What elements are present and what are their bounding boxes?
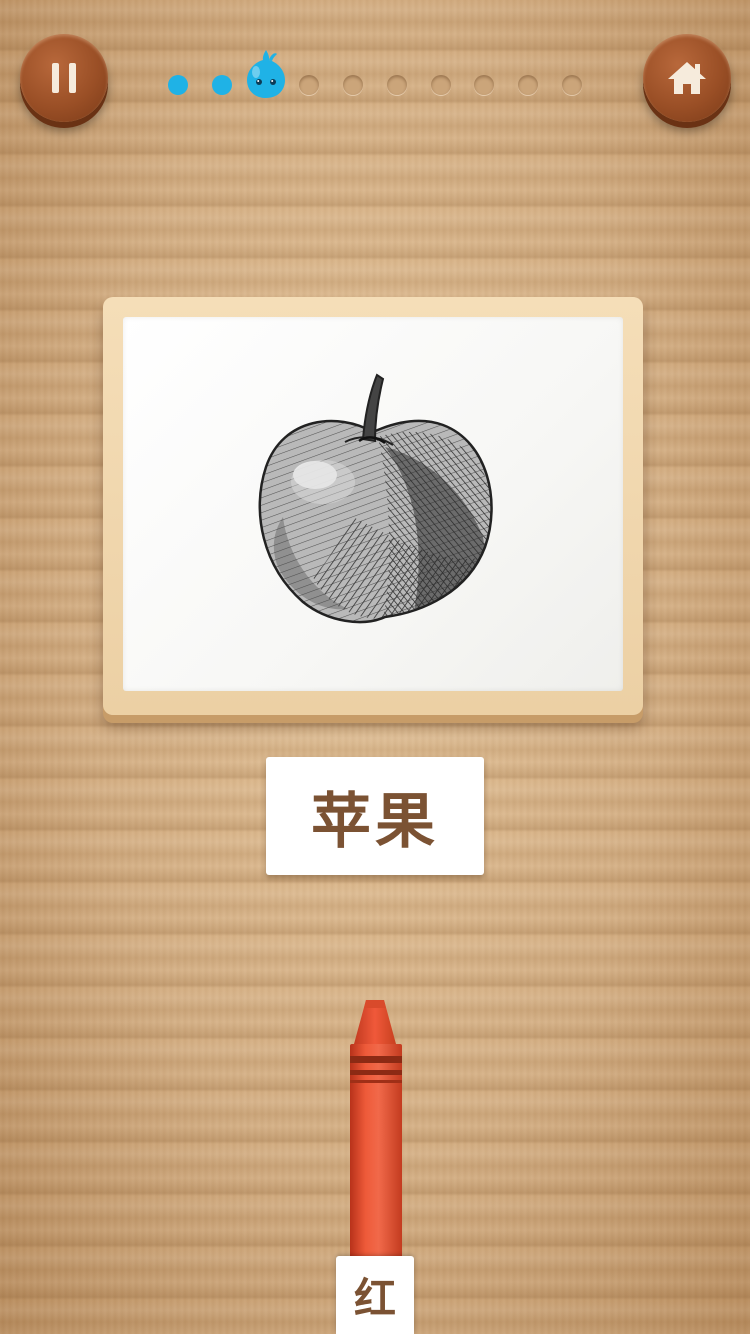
water-drop-mascot-icon (247, 50, 285, 98)
progress-dot-1 (168, 75, 188, 95)
progress-dot-5 (343, 75, 363, 95)
level-progress (0, 50, 750, 112)
word-text: 苹果 (311, 786, 439, 857)
progress-dot-10 (562, 75, 582, 95)
progress-dot-6 (387, 75, 407, 95)
picture-paper (123, 317, 623, 691)
home-icon (666, 60, 708, 96)
progress-dot-9 (518, 75, 538, 95)
apple-sketch-image (258, 373, 493, 624)
crayon-label: 红 (336, 1256, 414, 1334)
progress-dot-4 (299, 75, 319, 95)
word-card[interactable]: 苹果 (266, 757, 484, 875)
progress-dot-2 (212, 75, 232, 95)
progress-dot-7 (431, 75, 451, 95)
picture-card (103, 297, 643, 715)
home-button[interactable] (643, 34, 731, 122)
crayon-color-name: 红 (353, 1273, 396, 1323)
progress-dot-8 (474, 75, 494, 95)
